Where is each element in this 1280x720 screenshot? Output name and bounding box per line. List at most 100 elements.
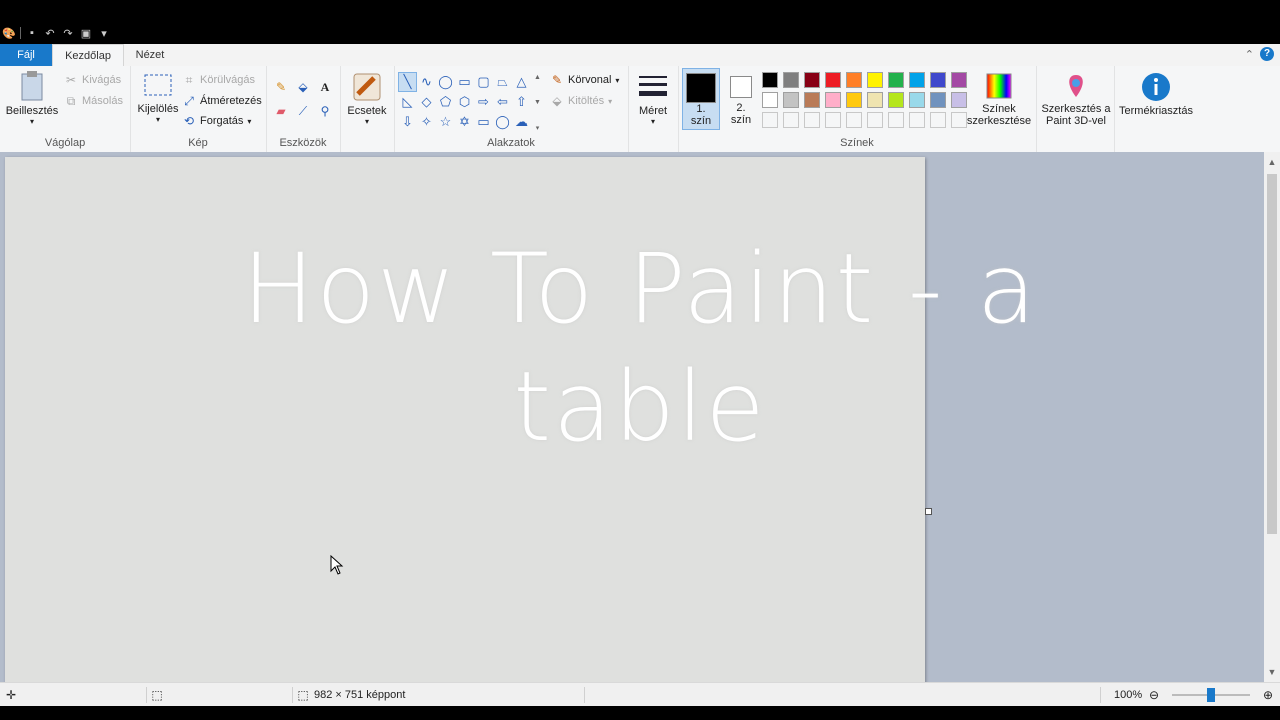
color2-button[interactable]: 2. szín xyxy=(724,68,758,126)
tab-view[interactable]: Nézet xyxy=(124,44,176,66)
rect-callout-shape-icon[interactable]: ▭ xyxy=(474,112,493,132)
palette-swatch[interactable] xyxy=(825,72,841,88)
shapes-scroll-up-icon[interactable]: ▲ xyxy=(533,74,542,81)
palette-swatch[interactable] xyxy=(951,72,967,88)
brushes-dropdown-icon[interactable]: ▾ xyxy=(344,117,390,126)
triangle-shape-icon[interactable]: △ xyxy=(512,72,531,92)
palette-swatch[interactable] xyxy=(783,112,799,128)
palette-swatch[interactable] xyxy=(888,112,904,128)
color-picker-icon[interactable]: ⟋ xyxy=(296,104,310,118)
save-icon[interactable]: ▪ xyxy=(25,26,39,40)
resize-button[interactable]: ⤢ Átméretezés xyxy=(182,94,262,108)
pencil-icon[interactable]: ✎ xyxy=(274,80,288,94)
zoom-slider-thumb[interactable] xyxy=(1207,688,1215,702)
five-point-star-shape-icon[interactable]: ☆ xyxy=(436,112,455,132)
palette-swatch[interactable] xyxy=(867,112,883,128)
canvas-resize-handle[interactable] xyxy=(925,508,932,515)
right-arrow-shape-icon[interactable]: ⇨ xyxy=(474,92,493,112)
tab-home[interactable]: Kezdőlap xyxy=(52,44,124,68)
palette-swatch[interactable] xyxy=(762,112,778,128)
palette-swatch[interactable] xyxy=(930,72,946,88)
tab-file[interactable]: Fájl xyxy=(0,44,52,66)
palette-swatch[interactable] xyxy=(930,92,946,108)
select-button[interactable]: Kijelölés ▾ xyxy=(134,72,182,124)
palette-swatch[interactable] xyxy=(762,92,778,108)
rotate-dropdown-icon[interactable]: ▾ xyxy=(247,117,251,126)
palette-swatch[interactable] xyxy=(888,72,904,88)
size-button[interactable]: Méret ▾ xyxy=(632,72,674,126)
zoom-out-button[interactable]: ⊖ xyxy=(1147,683,1161,707)
screenshot-icon[interactable]: ▣ xyxy=(79,26,93,40)
eraser-icon[interactable]: ▰ xyxy=(274,104,288,118)
up-arrow-shape-icon[interactable]: ⇧ xyxy=(512,92,531,112)
outline-button[interactable]: ✎ Körvonal ▾ xyxy=(550,73,619,87)
fill-bucket-icon[interactable]: ⬙ xyxy=(296,80,310,94)
palette-swatch[interactable] xyxy=(804,112,820,128)
palette-swatch[interactable] xyxy=(951,92,967,108)
palette-swatch[interactable] xyxy=(909,92,925,108)
pentagon-shape-icon[interactable]: ⬠ xyxy=(436,92,455,112)
paint-app-icon[interactable]: 🎨 xyxy=(2,26,16,40)
oval-shape-icon[interactable]: ◯ xyxy=(436,72,455,92)
palette-swatch[interactable] xyxy=(909,112,925,128)
line-shape-icon[interactable]: ╲ xyxy=(398,72,417,92)
diamond-shape-icon[interactable]: ◇ xyxy=(417,92,436,112)
rectangle-shape-icon[interactable]: ▭ xyxy=(455,72,474,92)
palette-swatch[interactable] xyxy=(783,72,799,88)
palette-swatch[interactable] xyxy=(762,72,778,88)
edit-colors-button[interactable]: Színek szerkesztése xyxy=(966,72,1032,127)
palette-swatch[interactable] xyxy=(783,92,799,108)
copy-button[interactable]: ⧉ Másolás xyxy=(64,94,123,108)
cut-button[interactable]: ✂ Kivágás xyxy=(64,73,121,87)
fill-button[interactable]: ⬙ Kitöltés ▾ xyxy=(550,94,612,108)
palette-swatch[interactable] xyxy=(951,112,967,128)
palette-swatch[interactable] xyxy=(846,92,862,108)
undo-icon[interactable]: ↶ xyxy=(43,26,57,40)
palette-swatch[interactable] xyxy=(804,92,820,108)
scroll-up-icon[interactable]: ▲ xyxy=(1264,154,1280,170)
help-icon[interactable]: ? xyxy=(1260,47,1274,61)
palette-swatch[interactable] xyxy=(804,72,820,88)
palette-swatch[interactable] xyxy=(867,92,883,108)
rotate-button[interactable]: ⟲ Forgatás ▾ xyxy=(182,114,251,128)
palette-swatch[interactable] xyxy=(930,112,946,128)
outline-dropdown-icon[interactable]: ▾ xyxy=(615,76,619,85)
paint3d-button[interactable]: Szerkesztés a Paint 3D-vel xyxy=(1038,72,1114,127)
magnifier-icon[interactable]: ⚲ xyxy=(318,104,332,118)
six-point-star-shape-icon[interactable]: ✡ xyxy=(455,112,474,132)
text-icon[interactable]: A xyxy=(318,80,332,94)
fill-dropdown-icon[interactable]: ▾ xyxy=(608,97,612,106)
palette-swatch[interactable] xyxy=(825,112,841,128)
palette-swatch[interactable] xyxy=(888,92,904,108)
paste-dropdown-icon[interactable]: ▾ xyxy=(4,117,60,126)
palette-swatch[interactable] xyxy=(846,72,862,88)
redo-icon[interactable]: ↷ xyxy=(61,26,75,40)
palette-swatch[interactable] xyxy=(846,112,862,128)
zoom-in-button[interactable]: ⊕ xyxy=(1261,683,1275,707)
collapse-ribbon-icon[interactable]: ⌃ xyxy=(1245,48,1254,61)
polygon-shape-icon[interactable]: ⏢ xyxy=(493,72,512,92)
customize-qat-icon[interactable]: ▾ xyxy=(97,26,111,40)
palette-swatch[interactable] xyxy=(867,72,883,88)
shapes-scroll[interactable]: ▲ ▼ ▾ xyxy=(533,74,542,132)
four-point-star-shape-icon[interactable]: ✧ xyxy=(417,112,436,132)
product-alert-button[interactable]: Termékriasztás xyxy=(1116,72,1196,117)
oval-callout-shape-icon[interactable]: ◯ xyxy=(493,112,512,132)
palette-swatch[interactable] xyxy=(825,92,841,108)
color1-button[interactable]: 1. szín xyxy=(682,68,720,130)
down-arrow-shape-icon[interactable]: ⇩ xyxy=(398,112,417,132)
scroll-down-icon[interactable]: ▼ xyxy=(1264,664,1280,680)
size-dropdown-icon[interactable]: ▾ xyxy=(632,117,674,126)
select-dropdown-icon[interactable]: ▾ xyxy=(134,115,182,124)
curve-shape-icon[interactable]: ∿ xyxy=(417,72,436,92)
crop-button[interactable]: ⌗ Körülvágás xyxy=(182,73,255,87)
rounded-rectangle-shape-icon[interactable]: ▢ xyxy=(474,72,493,92)
shapes-scroll-down-icon[interactable]: ▼ xyxy=(533,99,542,106)
cloud-callout-shape-icon[interactable]: ☁ xyxy=(512,112,531,132)
paste-button[interactable]: Beillesztés ▾ xyxy=(4,70,60,126)
palette-swatch[interactable] xyxy=(909,72,925,88)
brushes-button[interactable]: Ecsetek ▾ xyxy=(344,72,390,126)
shapes-more-icon[interactable]: ▾ xyxy=(533,124,542,132)
left-arrow-shape-icon[interactable]: ⇦ xyxy=(493,92,512,112)
right-triangle-shape-icon[interactable]: ◺ xyxy=(398,92,417,112)
